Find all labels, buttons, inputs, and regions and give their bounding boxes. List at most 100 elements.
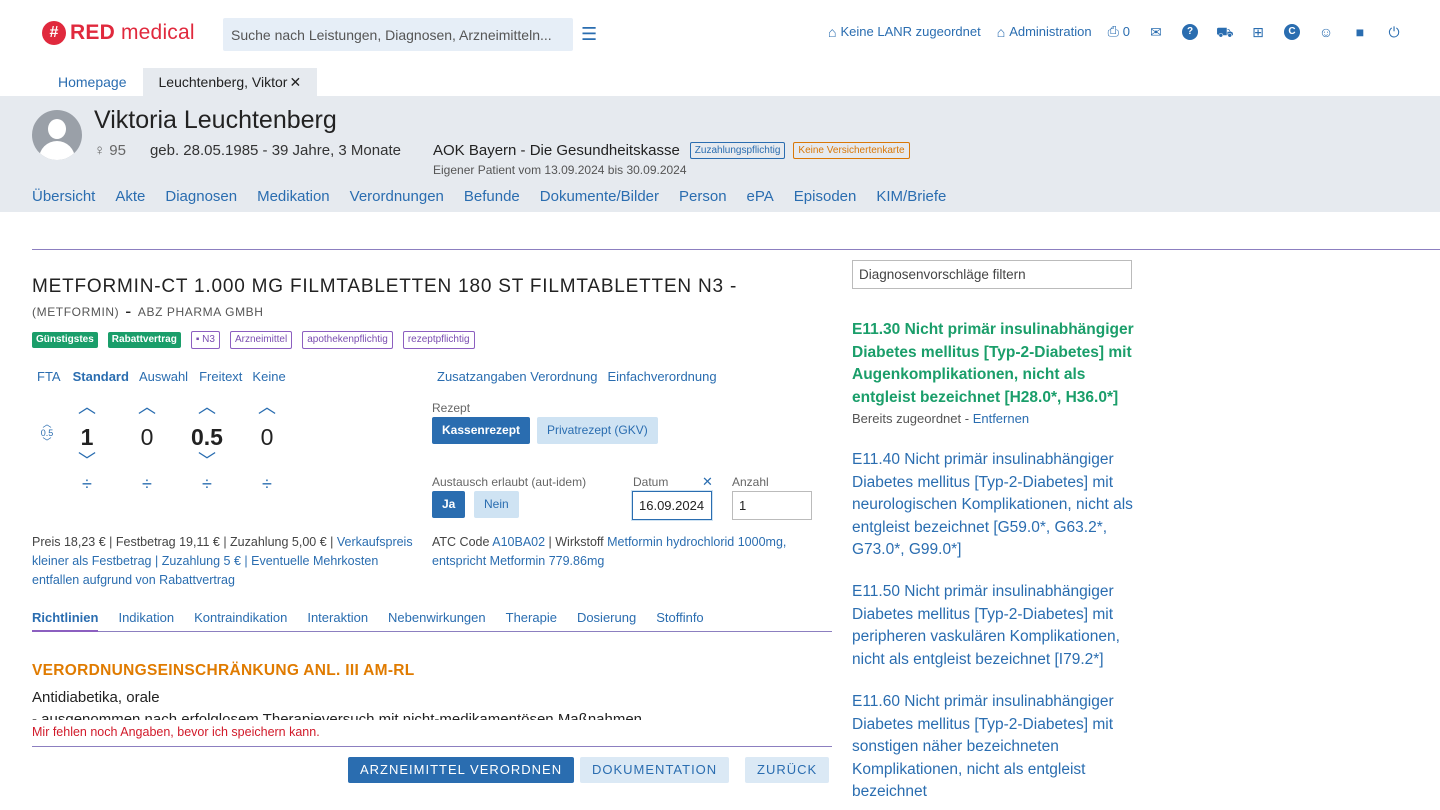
decrement-icon[interactable]: ﹀ <box>67 452 107 470</box>
divide-icon[interactable]: ÷ <box>67 475 107 493</box>
patient-age-number: 95 <box>109 142 126 159</box>
menu-icon[interactable]: ☰ <box>581 24 597 45</box>
logo[interactable]: # RED medical <box>42 21 195 45</box>
female-icon: ♀ <box>94 142 106 159</box>
diagnosis-item[interactable]: E11.60 Nicht primär insulinabhängiger Di… <box>852 691 1152 804</box>
mode-freitext[interactable]: Freitext <box>199 369 242 384</box>
rezept-label: Rezept <box>432 401 471 415</box>
drug-chips: Günstigstes Rabattvertrag ▪ N3 Arzneimit… <box>32 331 485 349</box>
print-queue[interactable]: ⎙ 0 <box>1108 23 1130 40</box>
nav-befunde[interactable]: Befunde <box>464 188 520 205</box>
tab-kontraindikation[interactable]: Kontraindikation <box>194 610 287 632</box>
mode-keine[interactable]: Keine <box>252 369 285 384</box>
mode-auswahl[interactable]: Auswahl <box>139 369 188 384</box>
autidem-no-button[interactable]: Nein <box>474 491 519 518</box>
tab-patient[interactable]: Leuchtenberg, Viktor ✕ <box>142 68 318 96</box>
building-icon: ⌂ <box>996 23 1006 40</box>
copyright-icon[interactable]: C <box>1284 23 1300 40</box>
tab-indikation[interactable]: Indikation <box>118 610 174 632</box>
patient-header: Viktoria Leuchtenberg ♀ 95 geb. 28.05.19… <box>0 96 1440 212</box>
chip-medicine: Arzneimittel <box>229 331 293 349</box>
count-label: Anzahl <box>732 475 769 489</box>
divide-icon[interactable]: ÷ <box>187 475 227 493</box>
autidem-label: Austausch erlaubt (aut-idem) <box>432 475 587 489</box>
nav-episoden[interactable]: Episoden <box>794 188 857 205</box>
dosage-modes: FTA Standard Auswahl Freitext Keine <box>32 369 286 384</box>
chat-icon[interactable]: ✉ <box>1148 24 1164 40</box>
chevron-down-icon: ﹀ <box>42 437 52 447</box>
robot-icon[interactable]: ☺ <box>1318 24 1334 40</box>
dose-noon: ︿ 0 ﹀ ÷ <box>127 398 167 493</box>
tab-dosierung[interactable]: Dosierung <box>577 610 636 632</box>
nav-akte[interactable]: Akte <box>115 188 145 205</box>
kassenrezept-button[interactable]: Kassenrezept <box>432 417 531 444</box>
mode-fta[interactable]: FTA <box>37 369 61 384</box>
dose-value[interactable]: 0 <box>127 422 167 452</box>
dose-step-selector[interactable]: ︿ 0.5 ﹀ <box>38 420 56 447</box>
drug-title: METFORMIN-CT 1.000 MG FILMTABLETTEN 180 … <box>32 276 738 297</box>
document-tabs: Homepage Leuchtenberg, Viktor ✕ <box>42 68 318 96</box>
close-icon[interactable]: ✕ <box>289 74 301 90</box>
date-field[interactable]: 16.09.2024 <box>632 491 712 520</box>
prescribe-button[interactable]: ARZNEIMITTEL VERORDNEN <box>348 757 575 783</box>
additional-info-link[interactable]: Zusatzangaben Verordnung <box>437 369 597 384</box>
diagnosis-filter-input[interactable] <box>852 260 1132 289</box>
tab-homepage[interactable]: Homepage <box>42 68 143 96</box>
dose-night: ︿ 0 ﹀ ÷ <box>247 398 287 493</box>
clear-date-icon[interactable]: ✕ <box>702 474 713 490</box>
nav-person[interactable]: Person <box>679 188 727 205</box>
admin-link[interactable]: ⌂ Administration <box>997 24 1092 40</box>
nav-dokumente[interactable]: Dokumente/Bilder <box>540 188 659 205</box>
simple-prescription-link[interactable]: Einfachverordnung <box>607 369 716 384</box>
lanr-link[interactable]: ⌂ Keine LANR zugeordnet <box>828 24 981 40</box>
diagnosis-item[interactable]: E11.50 Nicht primär insulinabhängiger Di… <box>852 581 1152 671</box>
dose-value[interactable]: 1 <box>67 422 107 452</box>
search-input[interactable] <box>223 18 573 51</box>
nav-medikation[interactable]: Medikation <box>257 188 330 205</box>
chip-prescription-only: rezeptpflichtig <box>402 331 475 349</box>
divide-icon[interactable]: ÷ <box>247 475 287 493</box>
guideline-title: VERORDNUNGSEINSCHRÄNKUNG ANL. III AM-RL <box>32 662 415 679</box>
dose-evening: ︿ 0.5 ﹀ ÷ <box>187 398 227 493</box>
count-field[interactable]: 1 <box>732 491 812 520</box>
nav-kim-briefe[interactable]: KIM/Briefe <box>876 188 946 205</box>
lock-icon[interactable]: ■ <box>1352 24 1368 40</box>
help-icon[interactable]: ? <box>1182 23 1198 40</box>
remove-link[interactable]: Entfernen <box>973 411 1029 426</box>
diagnosis-item[interactable]: E11.30 Nicht primär insulinabhängiger Di… <box>852 319 1152 409</box>
power-icon[interactable]: ⏻ <box>1386 24 1402 40</box>
increment-icon[interactable]: ︿ <box>187 398 227 416</box>
copay-badge: Zuzahlungspflichtig <box>689 142 786 159</box>
tab-richtlinien[interactable]: Richtlinien <box>32 610 99 632</box>
diagnosis-item[interactable]: E11.40 Nicht primär insulinabhängiger Di… <box>852 449 1152 562</box>
gift-icon[interactable]: ⊞ <box>1250 24 1266 40</box>
logo-mark-icon: # <box>42 21 66 45</box>
privatrezept-button[interactable]: Privatrezept (GKV) <box>537 417 658 444</box>
truck-icon[interactable]: ⛟ <box>1216 24 1234 40</box>
back-button[interactable]: ZURÜCK <box>745 757 830 783</box>
increment-icon[interactable]: ︿ <box>67 398 107 416</box>
nav-uebersicht[interactable]: Übersicht <box>32 188 95 205</box>
validation-warning: Mir fehlen noch Angaben, bevor ich speic… <box>32 725 320 739</box>
nav-epa[interactable]: ePA <box>747 188 774 205</box>
increment-icon[interactable]: ︿ <box>127 398 167 416</box>
avatar <box>32 110 82 160</box>
documentation-button[interactable]: DOKUMENTATION <box>580 757 730 783</box>
increment-icon[interactable]: ︿ <box>247 398 287 416</box>
autidem-yes-button[interactable]: Ja <box>432 491 466 518</box>
drug-subtitle: (METFORMIN) - ABZ PHARMA GMBH <box>32 301 264 321</box>
mode-standard[interactable]: Standard <box>73 369 129 384</box>
nav-diagnosen[interactable]: Diagnosen <box>165 188 237 205</box>
tab-interaktion[interactable]: Interaktion <box>307 610 368 632</box>
tab-stoffinfo[interactable]: Stoffinfo <box>656 610 703 632</box>
nav-verordnungen[interactable]: Verordnungen <box>350 188 444 205</box>
dose-value[interactable]: 0.5 <box>187 422 227 452</box>
tab-nebenwirkungen[interactable]: Nebenwirkungen <box>388 610 486 632</box>
decrement-icon[interactable]: ﹀ <box>187 452 227 470</box>
divide-icon[interactable]: ÷ <box>127 475 167 493</box>
atc-code-link[interactable]: A10BA02 <box>492 535 545 549</box>
tab-therapie[interactable]: Therapie <box>506 610 557 632</box>
dose-value[interactable]: 0 <box>247 422 287 452</box>
atc-info: ATC Code A10BA02 | Wirkstoff Metformin h… <box>432 535 787 568</box>
own-patient-period: Eigener Patient vom 13.09.2024 bis 30.09… <box>433 163 687 177</box>
